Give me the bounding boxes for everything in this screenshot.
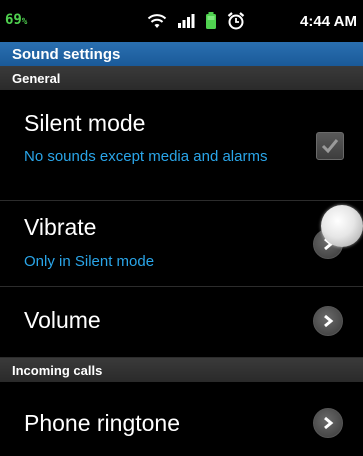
touch-indicator <box>321 205 363 247</box>
status-icons <box>147 12 245 30</box>
signal-icon <box>178 14 195 28</box>
pref-summary: No sounds except media and alarms <box>24 148 268 165</box>
silent-mode-checkbox[interactable] <box>316 132 344 160</box>
battery-percent: 69% <box>5 12 28 28</box>
alarm-icon <box>227 12 245 30</box>
pref-summary: Only in Silent mode <box>24 253 155 270</box>
status-clock: 4:44 AM <box>300 13 357 30</box>
section-header-general: General <box>0 66 363 90</box>
page-title: Sound settings <box>0 42 363 66</box>
pref-title: Silent mode <box>24 110 146 136</box>
battery-icon <box>206 12 216 29</box>
volume-chevron-button[interactable] <box>313 306 343 336</box>
pref-vibrate[interactable]: Vibrate Only in Silent mode <box>0 201 363 287</box>
chevron-right-icon <box>324 314 334 328</box>
pref-phone-ringtone[interactable]: Phone ringtone <box>0 382 363 456</box>
pref-silent-mode[interactable]: Silent mode No sounds except media and a… <box>0 90 363 201</box>
checkmark-icon <box>321 139 339 154</box>
pref-title: Volume <box>24 307 101 333</box>
status-bar: 69% 4:44 AM <box>0 0 363 42</box>
pref-title: Vibrate <box>24 214 97 240</box>
pref-volume[interactable]: Volume <box>0 287 363 358</box>
pref-title: Phone ringtone <box>24 410 181 436</box>
section-header-incoming-calls: Incoming calls <box>0 358 363 382</box>
wifi-icon <box>147 14 167 28</box>
ringtone-chevron-button[interactable] <box>313 408 343 438</box>
chevron-right-icon <box>324 416 334 430</box>
